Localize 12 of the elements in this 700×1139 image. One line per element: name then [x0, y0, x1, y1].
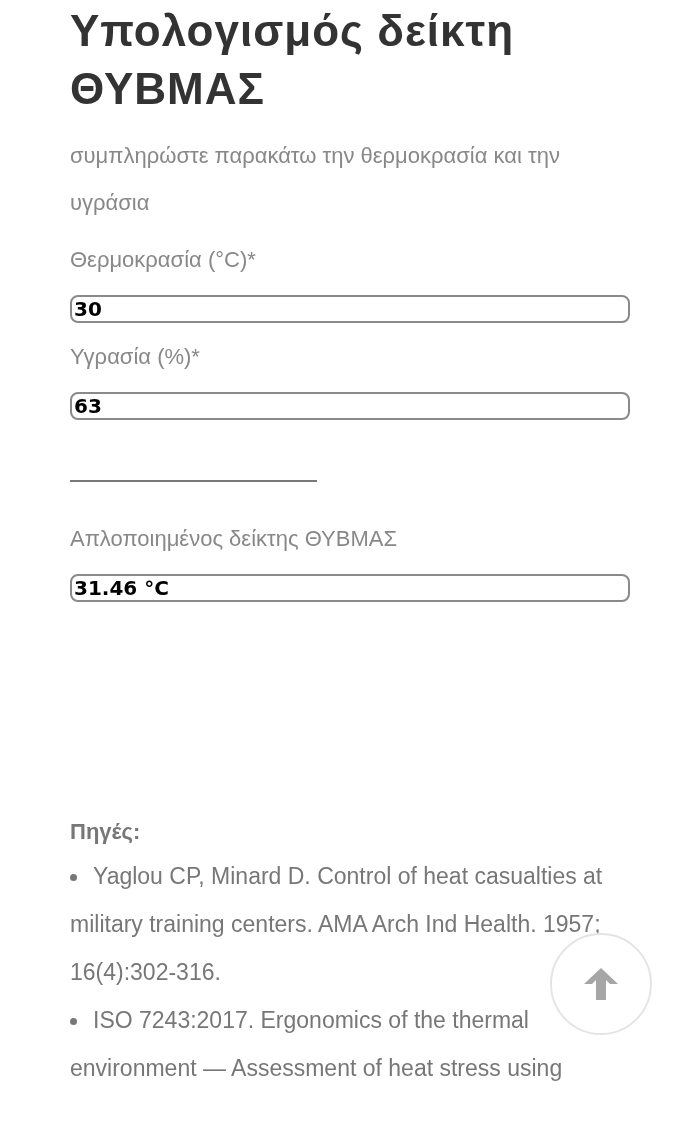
field-label: Υγρασία (%)*	[70, 343, 201, 371]
sources-heading: Πηγές:	[70, 818, 142, 846]
field-label: Θερμοκρασία (°C)*	[70, 246, 257, 274]
intro-text: συμπληρώστε παρακάτω την θερμοκρασία και την υγράσια	[70, 142, 561, 217]
result-field[interactable]: 31.46 °C	[70, 574, 630, 602]
arrow-up-icon	[582, 966, 620, 1002]
page-title: Υπολογισμός δείκτη ΘΥΒΜΑΣ	[70, 5, 516, 115]
reference-item: Yaglou CP, Minard D. Control of heat casualties at military training centers. AMA Arch Ind Health. 1957; 16(4):302-316.	[70, 852, 630, 996]
reference-item: ISO 7243:2017. Ergonomics of the thermal environment — Assessment of heat stress using	[70, 996, 630, 1092]
result-label: Απλοποιημένος δείκτης ΘΥΒΜΑΣ	[70, 525, 399, 553]
input-field[interactable]: 63	[70, 392, 630, 420]
input-field[interactable]: 30	[70, 295, 630, 323]
